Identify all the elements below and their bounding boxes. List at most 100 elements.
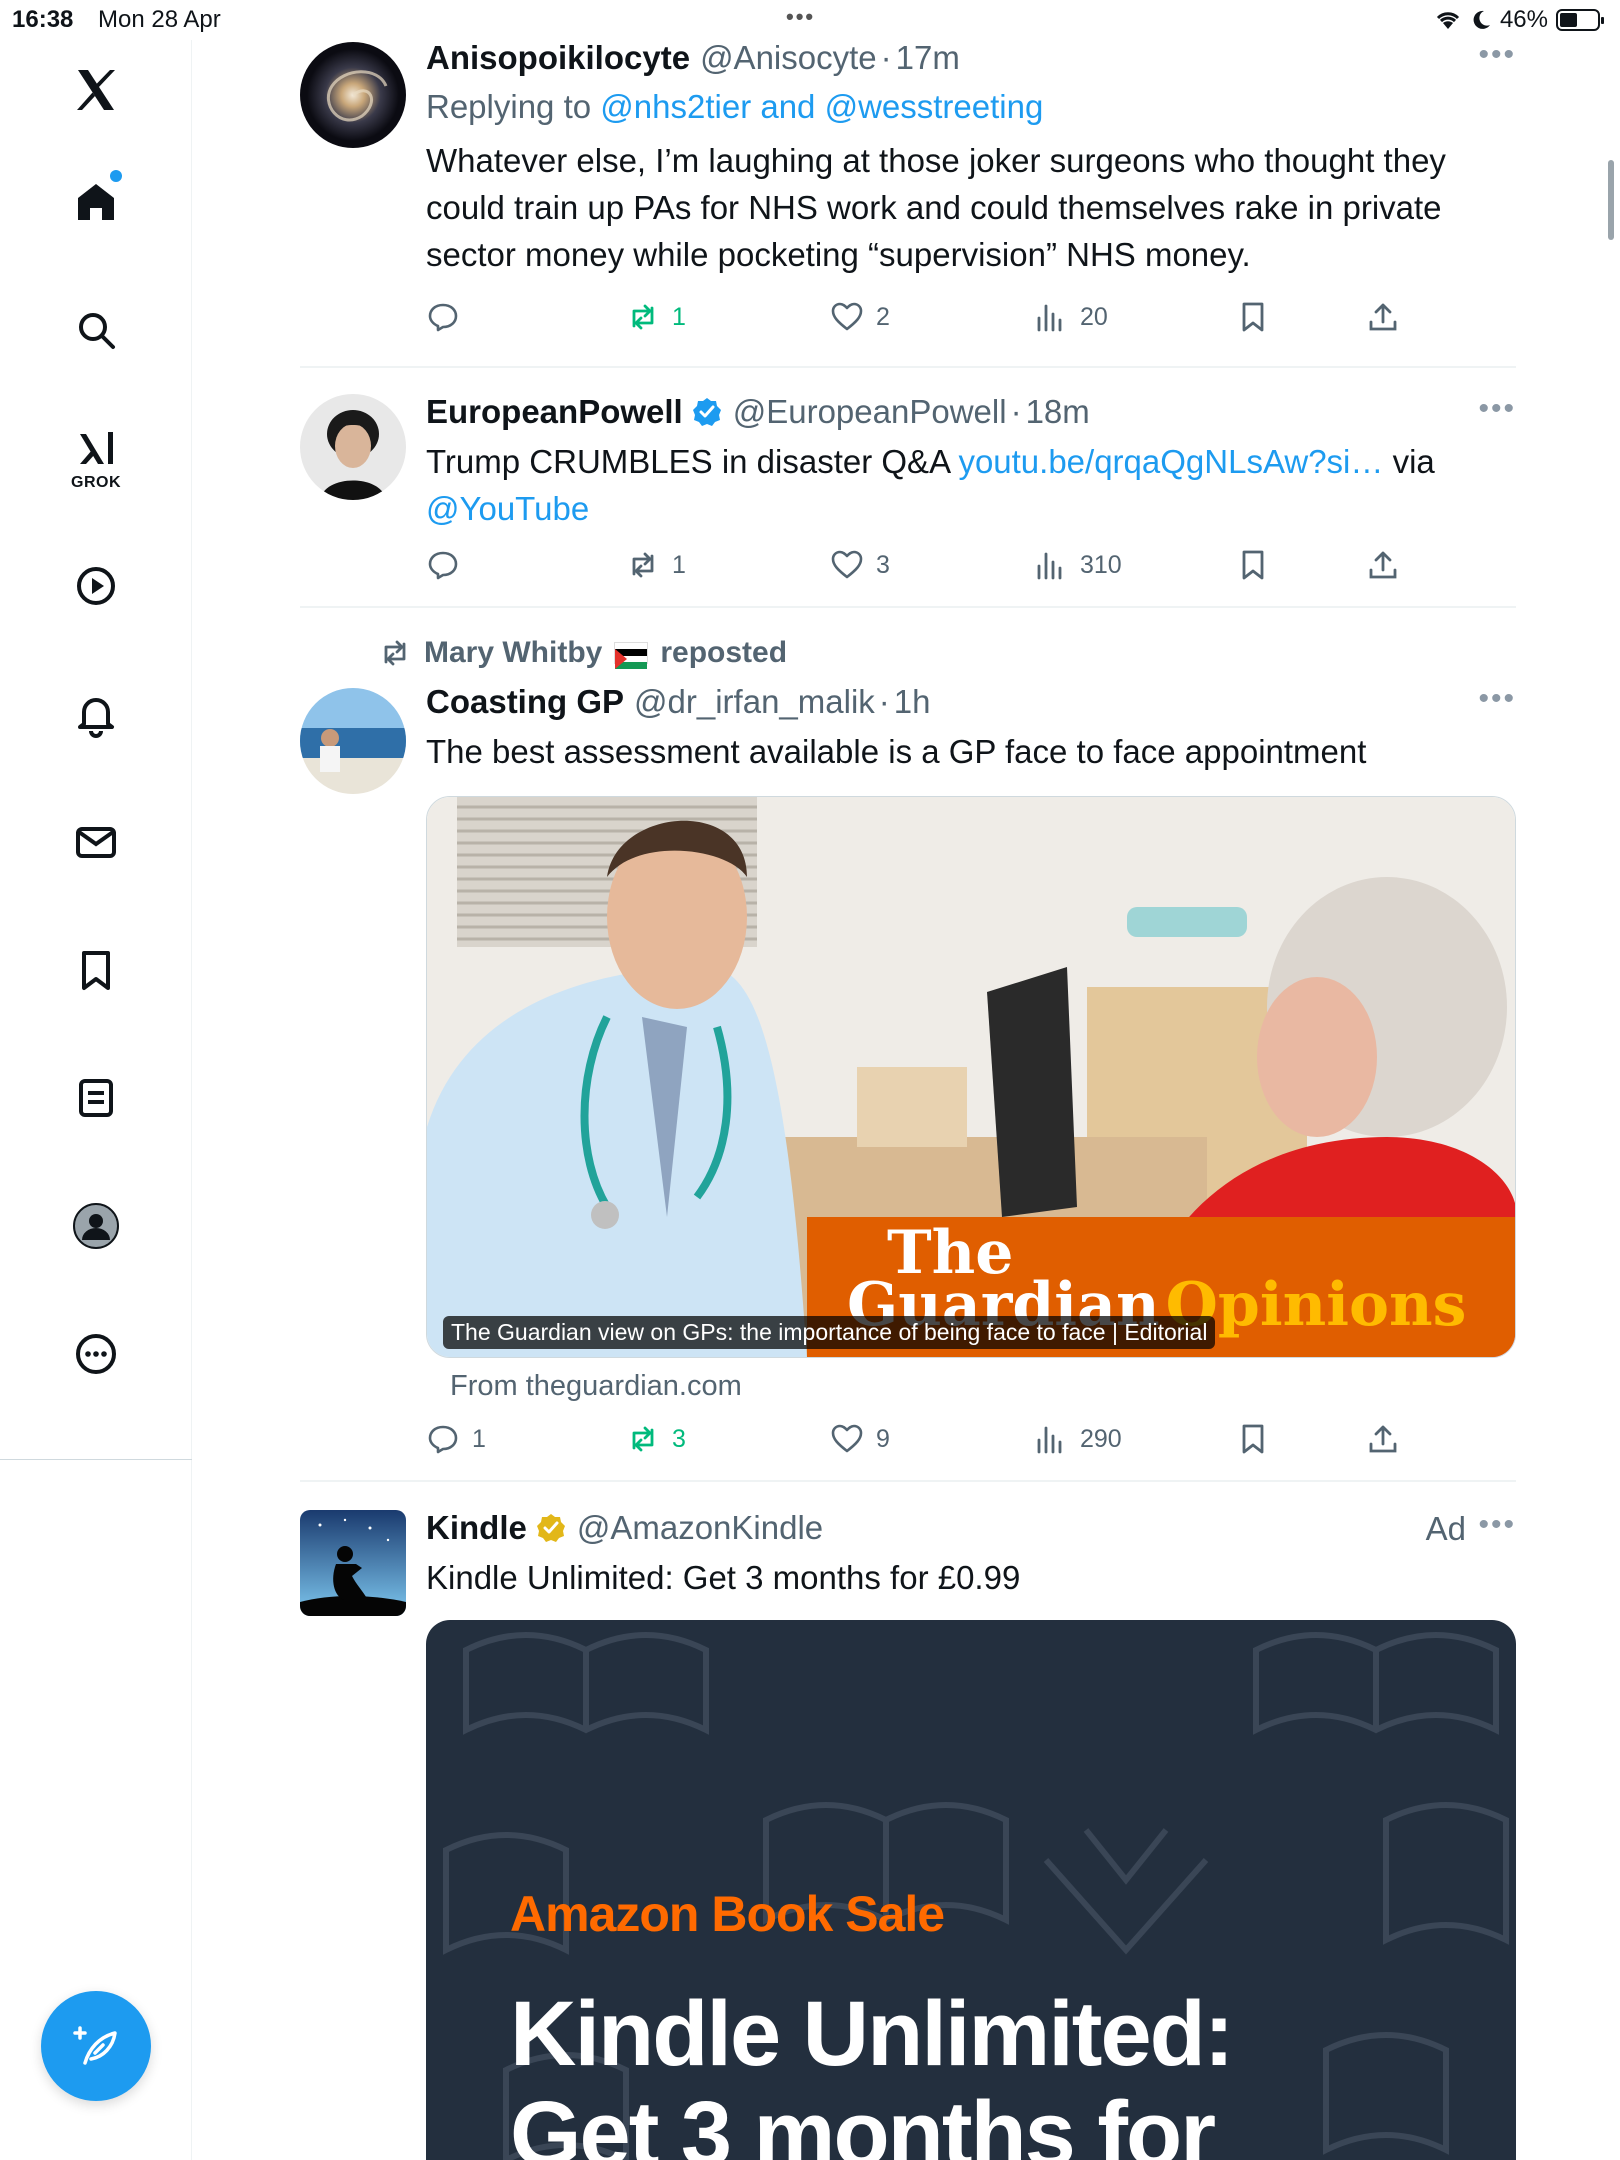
tweet-actions: 1 3 310 — [426, 548, 1516, 588]
scrollbar[interactable] — [1608, 160, 1614, 240]
like-button[interactable]: 9 — [830, 1422, 890, 1456]
reposted-label: reposted — [660, 636, 788, 669]
tweet-header: Kindle @AmazonKindle — [426, 1508, 1516, 1548]
search-icon — [79, 313, 115, 349]
heart-icon — [831, 550, 863, 579]
nav-notifications[interactable] — [56, 674, 136, 754]
youtube-link[interactable]: youtu.be/qrqaQgNLsAw?si… — [958, 443, 1383, 480]
grok-label: GROK — [71, 474, 121, 491]
more-options-icon[interactable]: ••• — [1478, 1508, 1516, 1542]
share-button[interactable] — [1366, 548, 1400, 582]
nav-bookmarks[interactable] — [56, 930, 136, 1010]
repost-icon — [384, 640, 406, 666]
nav-home[interactable] — [56, 162, 136, 242]
home-icon — [78, 184, 114, 220]
bookmark-icon — [1242, 1424, 1264, 1454]
avatar[interactable] — [300, 688, 406, 794]
views-button[interactable]: 310 — [1034, 548, 1122, 582]
heart-icon — [831, 302, 863, 331]
list-document-icon — [79, 1079, 113, 1117]
nav-lists[interactable] — [56, 1058, 136, 1138]
author-handle[interactable]: @Anisocyte — [700, 38, 877, 78]
more-options-icon[interactable]: ••• — [1478, 392, 1516, 426]
repost-context: Mary Whitby reposted — [378, 636, 787, 670]
nav-video[interactable] — [56, 546, 136, 626]
avatar[interactable] — [300, 42, 406, 148]
play-circle-icon — [77, 567, 115, 605]
nav-profile[interactable] — [56, 1186, 136, 1266]
share-icon — [1369, 303, 1397, 331]
link-card-image[interactable]: The Guardian Opinions The Guardian view … — [426, 796, 1516, 1358]
views-button[interactable]: 290 — [1034, 1422, 1122, 1456]
share-button[interactable] — [1366, 1422, 1400, 1456]
author-handle[interactable]: @EuropeanPowell — [733, 392, 1007, 432]
reply-button[interactable] — [426, 300, 472, 334]
gold-verified-badge-icon — [536, 1514, 565, 1542]
tweet-divider — [300, 366, 1516, 368]
repost-button[interactable]: 3 — [626, 1422, 686, 1456]
author-name[interactable]: EuropeanPowell — [426, 392, 683, 432]
like-button[interactable]: 3 — [830, 548, 890, 582]
repost-icon — [632, 1426, 654, 1452]
mail-icon — [76, 827, 116, 858]
battery-icon — [1556, 9, 1604, 31]
nav-messages[interactable] — [56, 802, 136, 882]
tweet-actions: 1 3 9 290 — [426, 1422, 1516, 1462]
avatar[interactable] — [300, 1510, 406, 1616]
nav-grok[interactable]: GROK — [56, 418, 136, 498]
reply-icon — [428, 1425, 458, 1454]
author-handle[interactable]: @AmazonKindle — [577, 1508, 823, 1548]
author-name[interactable]: Anisopoikilocyte — [426, 38, 690, 78]
promo-image[interactable]: Amazon Book Sale Kindle Unlimited: Get 3… — [426, 1620, 1516, 2160]
like-button[interactable]: 2 — [830, 300, 890, 334]
tweet-header: EuropeanPowell @EuropeanPowell · 18m — [426, 392, 1090, 432]
tweet-time[interactable]: 18m — [1026, 392, 1090, 432]
tweet-text: Kindle Unlimited: Get 3 months for £0.99 — [426, 1559, 1021, 1596]
nav-explore[interactable] — [56, 290, 136, 370]
multitasking-dots-icon[interactable]: ••• — [786, 4, 815, 30]
promo-kicker: Amazon Book Sale — [510, 1886, 945, 1942]
bookmark-button[interactable] — [1236, 548, 1270, 582]
promo-headline: Kindle Unlimited: Get 3 months for — [510, 1983, 1234, 2160]
tweet-time[interactable]: 17m — [896, 38, 960, 78]
bookmark-button[interactable] — [1236, 300, 1270, 334]
reply-button[interactable]: 1 — [426, 1422, 486, 1456]
avatar[interactable] — [300, 394, 406, 500]
tweet-actions: 1 2 20 — [426, 300, 1516, 340]
reply-button[interactable] — [426, 548, 472, 582]
views-chart-icon — [1037, 552, 1062, 580]
nav-more[interactable] — [56, 1314, 136, 1394]
status-time: 16:38 — [12, 6, 74, 33]
tweet-header: Coasting GP @dr_irfan_malik · 1h — [426, 682, 931, 722]
author-name[interactable]: Coasting GP — [426, 682, 624, 722]
heart-icon — [831, 1424, 863, 1453]
reply-mentions-link[interactable]: @nhs2tier and @wesstreeting — [600, 88, 1043, 125]
link-card-source[interactable]: From theguardian.com — [450, 1370, 742, 1403]
link-card-title: The Guardian view on GPs: the importance… — [443, 1316, 1216, 1349]
reposter-name[interactable]: Mary Whitby — [424, 636, 602, 670]
bell-icon — [78, 698, 114, 738]
share-icon — [1369, 551, 1397, 579]
views-button[interactable]: 20 — [1034, 300, 1108, 334]
bookmark-button[interactable] — [1236, 1422, 1270, 1456]
tweet-text: Trump CRUMBLES in disaster Q&A youtu.be/… — [426, 443, 1435, 527]
palestine-flag-icon — [614, 642, 649, 669]
status-date: Mon 28 Apr — [98, 6, 221, 33]
author-handle[interactable]: @dr_irfan_malik — [634, 682, 875, 722]
tweet-time[interactable]: 1h — [894, 682, 931, 722]
more-options-icon[interactable]: ••• — [1478, 38, 1516, 72]
repost-button[interactable]: 1 — [626, 548, 686, 582]
compose-post-button[interactable] — [41, 1991, 151, 2101]
profile-avatar-icon — [73, 1203, 119, 1249]
more-options-icon[interactable]: ••• — [1478, 682, 1516, 716]
reply-icon — [428, 551, 458, 580]
repost-button[interactable]: 1 — [626, 300, 686, 334]
tweet-text: The best assessment available is a GP fa… — [426, 733, 1367, 770]
mention-link[interactable]: @YouTube — [426, 490, 589, 527]
verified-badge-icon — [692, 398, 721, 426]
sidebar: GROK — [0, 40, 192, 2160]
x-logo-icon[interactable] — [56, 50, 136, 130]
share-button[interactable] — [1366, 300, 1400, 334]
battery-percent: 46% — [1499, 6, 1548, 33]
author-name[interactable]: Kindle — [426, 1508, 527, 1548]
